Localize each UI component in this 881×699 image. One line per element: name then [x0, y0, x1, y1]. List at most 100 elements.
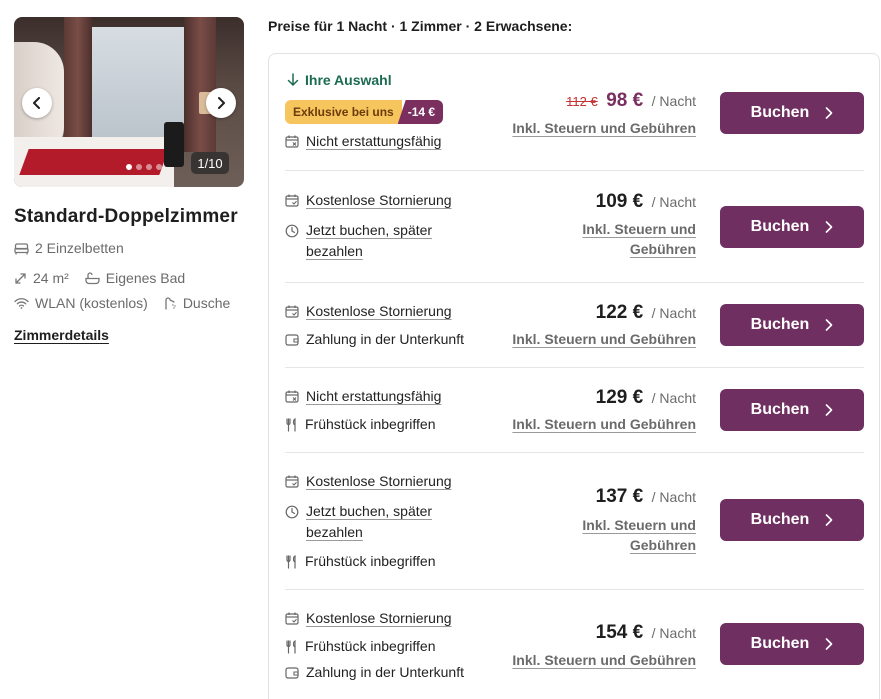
taxes-label: Inkl. Steuern und Gebühren [512, 120, 696, 136]
taxes-link[interactable]: Inkl. Steuern und Gebühren [512, 329, 696, 349]
cutlery-icon [286, 640, 296, 654]
chevron-left-icon [33, 97, 40, 109]
price-block: 137 € / Nacht [596, 486, 696, 508]
chevron-right-icon [218, 97, 225, 109]
rates-panel: Ihre Auswahl Exklusive bei uns -14 € Nic… [268, 53, 880, 699]
feature-label-line1: Jetzt buchen, später [306, 503, 433, 519]
gallery-dot[interactable] [126, 164, 132, 170]
feature-cancellation: Kostenlose Stornierung [285, 471, 452, 492]
feature-label[interactable]: Kostenlose Stornierung [306, 301, 452, 322]
book-button[interactable]: Buchen [720, 623, 864, 665]
book-label: Buchen [750, 104, 810, 121]
rate-option: Kostenlose Stornierung Jetzt buchen, spä… [285, 171, 864, 281]
book-label: Buchen [750, 635, 810, 652]
feature-label[interactable]: Jetzt buchen, später bezahlen [306, 220, 432, 262]
book-button[interactable]: Buchen [720, 304, 864, 346]
photo-curtain-left [64, 17, 92, 152]
photo-bed-throw [19, 149, 169, 175]
feature-payment: Jetzt buchen, später bezahlen [285, 501, 432, 543]
photo-curtain-right [184, 17, 216, 152]
cutlery-icon [286, 555, 296, 569]
feature-payment: Zahlung in der Unterkunft [285, 329, 464, 350]
feature-label: Frühstück inbegriffen [305, 638, 436, 654]
book-button[interactable]: Buchen [720, 499, 864, 541]
per-night: / Nacht [651, 305, 696, 321]
price-block: 154 € / Nacht [596, 622, 696, 644]
per-night: / Nacht [651, 390, 696, 406]
feature-label: Frühstück inbegriffen [305, 416, 436, 432]
bed-icon [14, 242, 29, 254]
amenity-beds: 2 Einzelbetten [14, 240, 244, 256]
chevron-right-icon [826, 221, 833, 233]
book-label: Buchen [750, 401, 810, 418]
amenity-size-label: 24 m² [33, 270, 69, 286]
per-night: / Nacht [651, 194, 696, 210]
taxes-link[interactable]: Inkl. Steuern und Gebühren [582, 515, 696, 555]
price-amount: 154 € [595, 622, 644, 643]
rate-option: Kostenlose Stornierung Frühstück inbegri… [285, 590, 864, 699]
room-details-link[interactable]: Zimmerdetails [14, 327, 109, 343]
book-label: Buchen [750, 316, 810, 333]
feature-payment: Jetzt buchen, später bezahlen [285, 220, 432, 262]
feature-meal: Frühstück inbegriffen [285, 414, 435, 435]
feature-cancellation: Nicht erstattungsfähig [285, 131, 441, 152]
rate-option: Kostenlose Stornierung Zahlung in der Un… [285, 283, 864, 367]
per-night: / Nacht [651, 625, 696, 641]
calendar-x-icon [285, 135, 299, 148]
feature-label[interactable]: Kostenlose Stornierung [306, 190, 452, 211]
book-button[interactable]: Buchen [720, 206, 864, 248]
taxes-label-line2: Gebühren [629, 537, 696, 553]
price-block: 109 € / Nacht [596, 191, 696, 213]
chevron-right-icon [826, 514, 833, 526]
room-photo-gallery[interactable]: 1/10 [14, 17, 244, 187]
price-block: 129 € / Nacht [596, 387, 696, 409]
exclusive-badge: Exklusive bei uns -14 € [285, 100, 444, 124]
feature-label-line2: bezahlen [306, 524, 363, 540]
expand-arrows-icon [15, 272, 26, 284]
book-label: Buchen [750, 218, 810, 235]
taxes-link[interactable]: Inkl. Steuern und Gebühren [512, 118, 696, 138]
feature-label[interactable]: Kostenlose Stornierung [306, 608, 452, 629]
price-block: 112 € 98 € / Nacht [566, 90, 696, 112]
feature-label[interactable]: Nicht erstattungsfähig [306, 131, 441, 152]
chevron-right-icon [826, 404, 833, 416]
price-amount: 129 € [595, 387, 644, 408]
gallery-dot[interactable] [136, 164, 142, 170]
feature-meal: Frühstück inbegriffen [285, 551, 435, 572]
calendar-check-icon [285, 194, 299, 207]
calendar-check-icon [285, 475, 299, 488]
feature-cancellation: Nicht erstattungsfähig [285, 386, 441, 407]
old-price: 112 € [566, 94, 598, 109]
clock-icon [285, 505, 299, 519]
amenity-wifi: WLAN (kostenlos) [14, 295, 148, 311]
feature-label-line1: Jetzt buchen, später [306, 222, 433, 238]
feature-label[interactable]: Kostenlose Stornierung [306, 471, 452, 492]
book-button[interactable]: Buchen [720, 92, 864, 134]
amenity-bath: Eigenes Bad [85, 270, 185, 286]
taxes-label-line1: Inkl. Steuern und [582, 221, 696, 237]
bathtub-icon [85, 271, 100, 284]
taxes-link[interactable]: Inkl. Steuern und Gebühren [582, 219, 696, 259]
taxes-label: Inkl. Steuern und Gebühren [512, 416, 696, 432]
taxes-link[interactable]: Inkl. Steuern und Gebühren [512, 650, 696, 670]
gallery-next-button[interactable] [206, 88, 236, 118]
room-card: 1/10 Standard-Doppelzimmer 2 Einzelbette… [14, 17, 244, 345]
price-amount: 109 € [595, 191, 644, 212]
gallery-dot[interactable] [146, 164, 152, 170]
per-night: / Nacht [651, 489, 696, 505]
feature-label[interactable]: Jetzt buchen, später bezahlen [306, 501, 432, 543]
gallery-dots [126, 164, 162, 170]
price-amount: 137 € [595, 486, 644, 507]
book-button[interactable]: Buchen [720, 389, 864, 431]
amenity-beds-label: 2 Einzelbetten [35, 240, 124, 256]
gallery-dot[interactable] [156, 164, 162, 170]
chevron-right-icon [826, 107, 833, 119]
taxes-link[interactable]: Inkl. Steuern und Gebühren [512, 414, 696, 434]
selected-label: Ihre Auswahl [305, 72, 392, 88]
shower-icon [165, 296, 176, 310]
gallery-prev-button[interactable] [22, 88, 52, 118]
wallet-icon [285, 667, 299, 679]
feature-label[interactable]: Nicht erstattungsfähig [306, 386, 441, 407]
price-amount: 122 € [595, 302, 644, 323]
feature-cancellation: Kostenlose Stornierung [285, 301, 452, 322]
